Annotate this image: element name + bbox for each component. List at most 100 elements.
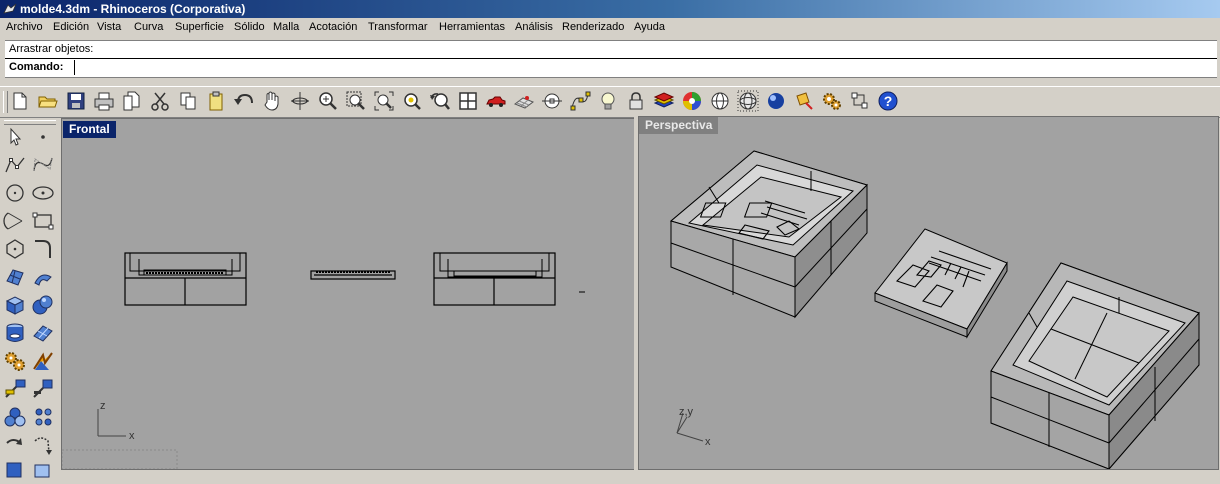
- persp-axis-indicator: z,y x: [676, 406, 711, 448]
- front-axis-z-label: z: [100, 400, 106, 412]
- shaded-sphere-icon[interactable]: [765, 90, 787, 112]
- menu-analisis[interactable]: Análisis: [515, 21, 553, 33]
- undo-view-icon[interactable]: [429, 90, 451, 112]
- front-insert: [310, 270, 396, 280]
- toolbar-grip[interactable]: [3, 91, 8, 113]
- menu-edicion[interactable]: Edición: [53, 21, 89, 33]
- menu-bar: Archivo Edición Vista Curva Superficie S…: [0, 18, 1220, 38]
- left-toolbar: [0, 117, 60, 478]
- viewport-frontal[interactable]: z x Frontal: [61, 118, 636, 470]
- circle-icon[interactable]: [3, 181, 27, 205]
- persp-mold-box-1: [669, 150, 868, 319]
- grid-plane-icon[interactable]: [513, 90, 535, 112]
- trim-icon[interactable]: [31, 349, 55, 373]
- settings-gears-icon[interactable]: [821, 90, 843, 112]
- print-icon[interactable]: [93, 90, 115, 112]
- arc-icon[interactable]: [3, 209, 27, 233]
- menu-archivo[interactable]: Archivo: [6, 21, 43, 33]
- rectangle-icon[interactable]: [31, 209, 55, 233]
- frontal-canvas[interactable]: z x: [62, 119, 635, 469]
- join-icon[interactable]: [31, 377, 55, 401]
- points-on-icon[interactable]: [569, 90, 591, 112]
- array-icon[interactable]: [31, 405, 55, 429]
- zoom-selected-icon[interactable]: [401, 90, 423, 112]
- persp-insert-plate: [874, 228, 1008, 339]
- open-folder-icon[interactable]: [37, 90, 59, 112]
- menu-superficie[interactable]: Superficie: [175, 21, 224, 33]
- rhino-app-icon[interactable]: [3, 2, 17, 16]
- menu-vista[interactable]: Vista: [97, 21, 121, 33]
- copy-icon[interactable]: [177, 90, 199, 112]
- extrude-surface-icon[interactable]: [31, 265, 55, 289]
- select-arrow-icon[interactable]: [3, 125, 27, 149]
- four-viewports-icon[interactable]: [457, 90, 479, 112]
- command-caret: [74, 60, 75, 75]
- svg-text:?: ?: [884, 93, 893, 109]
- front-axis-x-label: x: [129, 430, 135, 442]
- cylinder-icon[interactable]: [3, 321, 27, 345]
- point-icon[interactable]: [31, 125, 55, 149]
- perspectiva-canvas[interactable]: z,y x: [639, 117, 1218, 469]
- help-icon[interactable]: ?: [877, 90, 899, 112]
- rotate-view-icon[interactable]: [289, 90, 311, 112]
- cut-icon[interactable]: [149, 90, 171, 112]
- pan-hand-icon[interactable]: [261, 90, 283, 112]
- group-icon[interactable]: [3, 405, 27, 429]
- menu-renderizado[interactable]: Renderizado: [562, 21, 624, 33]
- polygon-icon[interactable]: [3, 237, 27, 261]
- menu-solido[interactable]: Sólido: [234, 21, 265, 33]
- new-file-icon[interactable]: [9, 90, 31, 112]
- car-icon[interactable]: [485, 90, 507, 112]
- surface-from-points-icon[interactable]: [3, 265, 27, 289]
- front-grid-corner: [62, 449, 178, 469]
- menu-ayuda[interactable]: Ayuda: [634, 21, 665, 33]
- persp-axis-zy-label: z,y: [679, 406, 694, 418]
- menu-curva[interactable]: Curva: [134, 21, 163, 33]
- command-line[interactable]: Comando:: [5, 58, 1217, 78]
- menu-malla[interactable]: Malla: [273, 21, 299, 33]
- mirror-icon[interactable]: [31, 457, 55, 481]
- save-icon[interactable]: [65, 90, 87, 112]
- paste-document-icon[interactable]: [121, 90, 143, 112]
- clipboard-icon[interactable]: [205, 90, 227, 112]
- command-history: Arrastrar objetos:: [5, 40, 1217, 59]
- command-history-text: Arrastrar objetos:: [9, 43, 94, 55]
- front-axis-indicator: z x: [97, 400, 135, 442]
- move-icon[interactable]: [3, 433, 27, 457]
- properties-icon[interactable]: [849, 90, 871, 112]
- explode-icon[interactable]: [3, 349, 27, 373]
- wireframe-sphere-icon[interactable]: [709, 90, 731, 112]
- menu-acotacion[interactable]: Acotación: [309, 21, 357, 33]
- zoom-dynamic-icon[interactable]: [317, 90, 339, 112]
- lock-icon[interactable]: [625, 90, 647, 112]
- light-bulb-icon[interactable]: [597, 90, 619, 112]
- polyline-icon[interactable]: [3, 153, 27, 177]
- zoom-extents-icon[interactable]: [373, 90, 395, 112]
- object-snap-icon[interactable]: [541, 90, 563, 112]
- viewport-frontal-label[interactable]: Frontal: [63, 121, 116, 138]
- rotate-icon[interactable]: [31, 433, 55, 457]
- curve-icon[interactable]: [31, 153, 55, 177]
- ellipse-icon[interactable]: [31, 181, 55, 205]
- surface-patch-icon[interactable]: [31, 321, 55, 345]
- render-light-icon[interactable]: [793, 90, 815, 112]
- scale-icon[interactable]: [3, 457, 27, 481]
- title-bar: molde4.3dm - Rhinoceros (Corporativa): [0, 0, 1220, 18]
- undo-icon[interactable]: [233, 90, 255, 112]
- boolean-union-icon[interactable]: [31, 293, 55, 317]
- box-icon[interactable]: [3, 293, 27, 317]
- split-icon[interactable]: [3, 377, 27, 401]
- menu-transformar[interactable]: Transformar: [368, 21, 428, 33]
- menu-herramientas[interactable]: Herramientas: [439, 21, 505, 33]
- persp-axis-x-label: x: [705, 436, 711, 448]
- color-wheel-icon[interactable]: [681, 90, 703, 112]
- fillet-curve-icon[interactable]: [31, 237, 55, 261]
- persp-mold-box-2: [990, 262, 1200, 469]
- viewport-perspectiva[interactable]: z,y x Perspectiva: [638, 116, 1219, 470]
- zoom-window-icon[interactable]: [345, 90, 367, 112]
- viewport-perspectiva-label[interactable]: Perspectiva: [639, 117, 719, 134]
- front-mold-right: [433, 252, 556, 306]
- command-label: Comando:: [9, 61, 64, 73]
- layers-icon[interactable]: [653, 90, 675, 112]
- render-mesh-sphere-icon[interactable]: [737, 90, 759, 112]
